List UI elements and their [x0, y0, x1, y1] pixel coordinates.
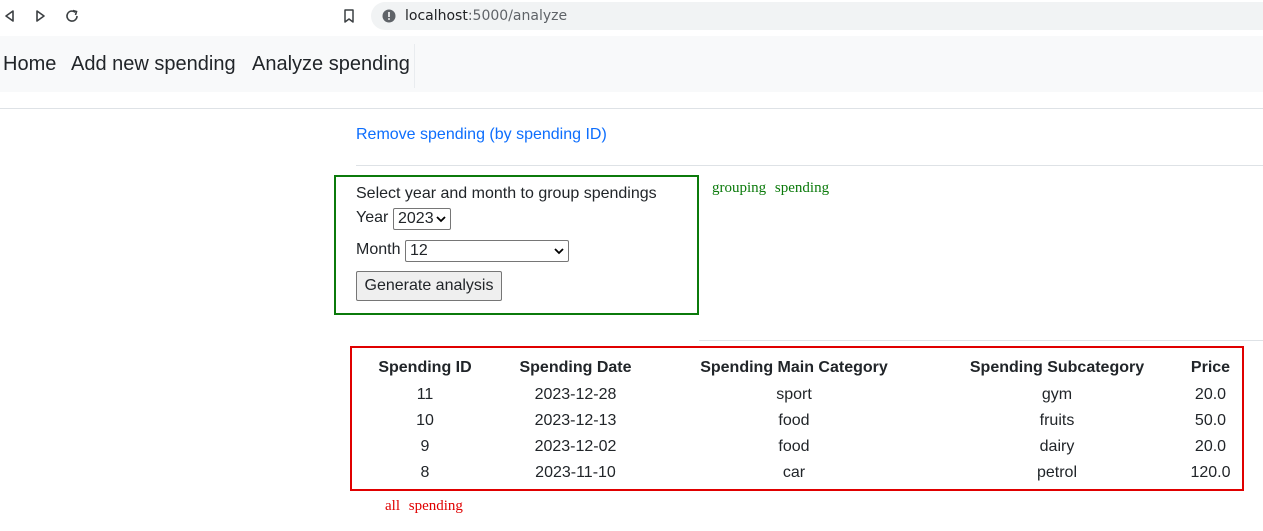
spending-table-box: Spending ID Spending Date Spending Main …	[350, 346, 1244, 491]
cell-id: 10	[416, 412, 434, 429]
grouping-annotation: grouping spending	[712, 180, 830, 196]
spending-table: Spending ID Spending Date Spending Main …	[352, 348, 1242, 486]
back-icon[interactable]	[0, 6, 20, 26]
cell-id: 9	[420, 438, 430, 455]
table-row: 9 2023-12-02 food dairy 20.0	[352, 434, 1242, 460]
divider	[0, 108, 1263, 109]
table-header-row: Spending ID Spending Date Spending Main …	[352, 348, 1242, 382]
generate-analysis-button[interactable]: Generate analysis	[356, 271, 502, 301]
cell-main-category: food	[778, 438, 810, 455]
chevron-down-icon	[436, 216, 446, 223]
cell-subcategory: dairy	[1039, 438, 1075, 455]
header-price: Price	[1190, 359, 1231, 376]
cell-subcategory: gym	[1041, 386, 1073, 403]
browser-toolbar: localhost:5000/analyze	[0, 0, 1263, 34]
month-label: Month	[356, 241, 401, 258]
year-label: Year	[356, 209, 389, 226]
app-navbar: Home Add new spending Analyze spending	[0, 36, 1263, 92]
cell-main-category: sport	[776, 386, 812, 403]
header-spending-id: Spending ID	[378, 359, 472, 376]
url-path: :5000/analyze	[467, 8, 568, 24]
nav-home[interactable]: Home	[3, 53, 56, 76]
table-row: 11 2023-12-28 sport gym 20.0	[352, 382, 1242, 408]
header-main-category: Spending Main Category	[700, 359, 888, 376]
year-select[interactable]: 2023	[393, 208, 451, 230]
cell-date: 2023-12-02	[534, 438, 617, 455]
navbar-divider	[414, 44, 415, 88]
reload-icon[interactable]	[62, 6, 82, 26]
cell-main-category: food	[778, 412, 810, 429]
cell-date: 2023-11-10	[535, 464, 616, 481]
cell-id: 8	[420, 464, 430, 481]
url-host: localhost	[405, 8, 468, 24]
month-select[interactable]: 12	[405, 240, 569, 262]
site-info-icon[interactable]	[382, 9, 396, 23]
form-title: Select year and month to group spendings	[356, 185, 657, 202]
header-spending-date: Spending Date	[519, 359, 632, 376]
nav-analyze-spending[interactable]: Analyze spending	[252, 53, 410, 76]
nav-add-spending[interactable]: Add new spending	[71, 53, 236, 76]
cell-date: 2023-12-28	[534, 386, 617, 403]
divider	[356, 165, 1263, 166]
table-row: 10 2023-12-13 food fruits 50.0	[352, 408, 1242, 434]
cell-id: 11	[416, 386, 434, 403]
grouping-form: Select year and month to group spendings…	[334, 175, 699, 315]
header-subcategory: Spending Subcategory	[969, 359, 1145, 376]
forward-icon[interactable]	[30, 6, 50, 26]
cell-subcategory: petrol	[1036, 464, 1078, 481]
cell-price: 20.0	[1194, 438, 1227, 455]
cell-price: 20.0	[1194, 386, 1227, 403]
year-select-value: 2023	[398, 210, 434, 227]
divider	[699, 340, 1263, 341]
cell-date: 2023-12-13	[534, 412, 617, 429]
month-select-value: 12	[410, 242, 428, 259]
cell-price: 120.0	[1190, 464, 1231, 481]
url-text[interactable]: localhost:5000/analyze	[405, 8, 567, 24]
chevron-down-icon	[554, 248, 564, 255]
address-bar[interactable]: localhost:5000/analyze	[371, 2, 1263, 30]
cell-price: 50.0	[1194, 412, 1227, 429]
cell-subcategory: fruits	[1039, 412, 1075, 429]
remove-spending-link[interactable]: Remove spending (by spending ID)	[356, 126, 607, 144]
cell-main-category: car	[782, 464, 806, 481]
all-spending-annotation: all spending	[385, 498, 463, 514]
table-row: 8 2023-11-10 car petrol 120.0	[352, 460, 1242, 486]
bookmark-icon[interactable]	[339, 6, 359, 26]
